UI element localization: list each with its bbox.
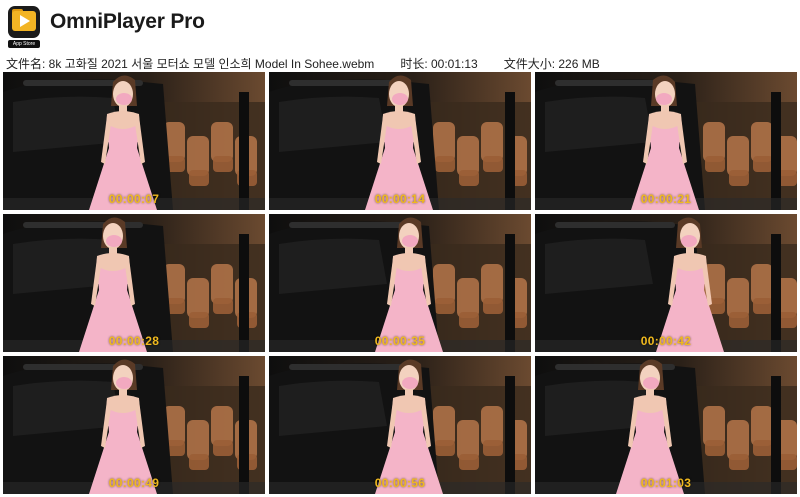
- timestamp-label: 00:00:56: [374, 476, 426, 490]
- thumbnail-frame[interactable]: 00:00:14: [269, 72, 531, 210]
- thumbnail-frame[interactable]: 00:00:49: [3, 356, 265, 494]
- timestamp-label: 00:00:07: [108, 192, 160, 206]
- file-size-label: 文件大小: 226 MB: [503, 57, 600, 71]
- thumbnail-frame[interactable]: 00:00:35: [269, 214, 531, 352]
- app-store-badge[interactable]: App Store: [8, 40, 40, 48]
- thumbnail-grid: 00:00:07 00:00:14 00:00:21 00:00:28 00:0…: [3, 72, 800, 497]
- timestamp-label: 00:01:03: [640, 476, 692, 490]
- video-info-bar: 文件名: 8k 고화질 2021 서울 모터쇼 모델 인소희 Model In …: [6, 55, 796, 71]
- app-header: App Store OmniPlayer Pro: [0, 0, 800, 52]
- file-name-label: 文件名: 8k 고화질 2021 서울 모터쇼 모델 인소희 Model In …: [6, 57, 375, 71]
- thumbnail-frame[interactable]: 00:00:42: [535, 214, 797, 352]
- timestamp-label: 00:00:42: [640, 334, 692, 348]
- timestamp-label: 00:00:14: [374, 192, 426, 206]
- omniplayer-logo-icon: [8, 6, 40, 38]
- timestamp-label: 00:00:49: [108, 476, 160, 490]
- timestamp-label: 00:00:35: [374, 334, 426, 348]
- thumbnail-frame[interactable]: 00:00:21: [535, 72, 797, 210]
- app-title: OmniPlayer Pro: [50, 10, 205, 33]
- timestamp-label: 00:00:21: [640, 192, 692, 206]
- timestamp-label: 00:00:28: [108, 334, 160, 348]
- duration-label: 时长: 00:01:13: [400, 57, 478, 71]
- thumbnail-frame[interactable]: 00:00:28: [3, 214, 265, 352]
- thumbnail-frame[interactable]: 00:00:07: [3, 72, 265, 210]
- thumbnail-frame[interactable]: 00:01:03: [535, 356, 797, 494]
- thumbnail-frame[interactable]: 00:00:56: [269, 356, 531, 494]
